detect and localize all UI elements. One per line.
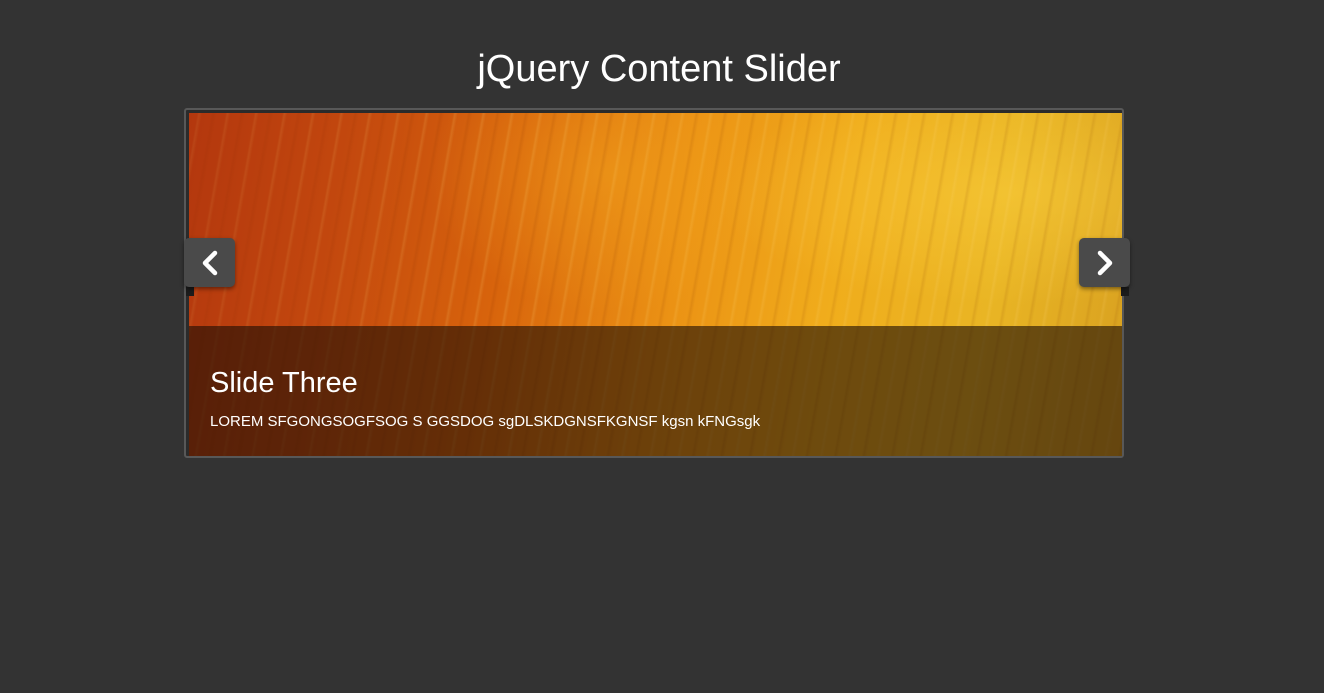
chevron-right-icon [1094, 250, 1116, 276]
prev-button-tab [186, 287, 194, 296]
slide-caption: Slide Three LOREM SFGONGSOGFSOG S GGSDOG… [189, 326, 1122, 456]
page-title: jQuery Content Slider [477, 48, 841, 90]
content-slider: Slide Three LOREM SFGONGSOGFSOG S GGSDOG… [184, 108, 1124, 458]
next-button-tab [1121, 287, 1129, 296]
chevron-left-icon [199, 250, 221, 276]
slide-description: LOREM SFGONGSOGFSOG S GGSDOG sgDLSKDGNSF… [210, 413, 761, 430]
slide-title: Slide Three [210, 367, 358, 399]
next-slide-button[interactable] [1079, 238, 1130, 287]
prev-slide-button[interactable] [184, 238, 235, 287]
slide-image: Slide Three LOREM SFGONGSOGFSOG S GGSDOG… [189, 113, 1122, 456]
